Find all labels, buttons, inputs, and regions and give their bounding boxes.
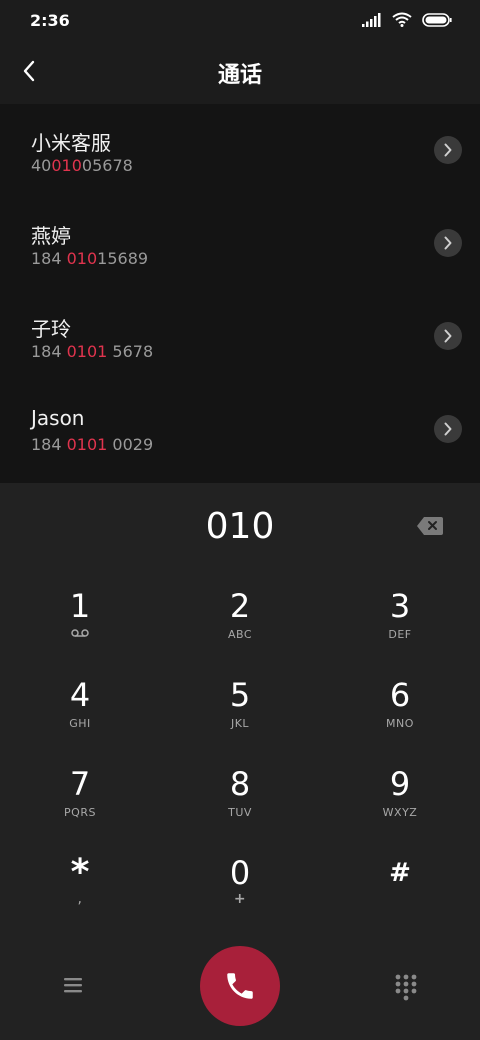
key-digit: 5: [229, 676, 251, 714]
key-9[interactable]: 9 WXYZ: [320, 766, 480, 855]
key-digit: 9: [389, 765, 411, 803]
menu-icon: [64, 978, 82, 993]
matched-digits: 0101: [66, 342, 108, 361]
key-5[interactable]: 5 JKL: [160, 677, 320, 766]
key-digit: #: [389, 858, 411, 888]
contact-detail-button[interactable]: [434, 322, 462, 350]
key-star[interactable]: * ,: [0, 855, 160, 944]
status-time: 2:36: [30, 11, 70, 30]
call-button[interactable]: [200, 946, 280, 1026]
key-letters: ,: [77, 891, 83, 907]
key-letters: TUV: [228, 806, 252, 819]
key-3[interactable]: 3 DEF: [320, 588, 480, 677]
wifi-icon: [392, 12, 412, 27]
key-2[interactable]: 2 ABC: [160, 588, 320, 677]
menu-button[interactable]: [60, 973, 86, 997]
key-1[interactable]: 1: [0, 588, 160, 677]
dialer-bottom-bar: [0, 946, 480, 1040]
page-title: 通话: [217, 63, 262, 88]
key-0[interactable]: 0 +: [160, 855, 320, 944]
key-letters: GHI: [69, 717, 91, 730]
battery-icon: [422, 12, 452, 27]
voicemail-icon: [71, 629, 89, 637]
key-digit: *: [70, 852, 90, 893]
status-icons: [362, 12, 452, 27]
dialed-number-display[interactable]: 010: [0, 506, 480, 547]
contact-results-list: 小米客服 4001005678 燕婷 184 01015689 子玲 184 0…: [0, 105, 480, 483]
contact-row-2[interactable]: 子玲 184 0101 5678: [0, 291, 480, 384]
key-digit: 7: [69, 765, 91, 803]
contact-number: 184 0101 0029: [31, 435, 154, 454]
key-letters: +: [233, 891, 247, 907]
key-digit: 6: [389, 676, 411, 714]
matched-digits: 010: [51, 156, 82, 175]
key-digit: 1: [69, 587, 91, 625]
key-letters: JKL: [230, 717, 250, 730]
matched-digits: 010: [66, 249, 98, 268]
matched-digits: 0101: [66, 435, 108, 454]
chevron-right-icon: [444, 329, 452, 343]
contact-name: Jason: [31, 406, 85, 430]
keypad-icon: [395, 974, 417, 1001]
key-digit: 2: [229, 587, 251, 625]
contact-number: 184 0101 5678: [31, 342, 154, 361]
key-letters: DEF: [388, 628, 412, 641]
key-digit: 8: [229, 765, 251, 803]
keypad-toggle-button[interactable]: [394, 973, 418, 1001]
key-letters: PQRS: [64, 806, 96, 819]
contact-detail-button[interactable]: [434, 415, 462, 443]
key-letters: WXYZ: [382, 806, 418, 819]
app-bar: 通话: [0, 40, 480, 105]
signal-icon: [362, 12, 381, 27]
key-4[interactable]: 4 GHI: [0, 677, 160, 766]
key-letters: ABC: [227, 628, 253, 641]
key-7[interactable]: 7 PQRS: [0, 766, 160, 855]
backspace-button[interactable]: [416, 516, 444, 536]
backspace-icon: [417, 517, 443, 535]
contact-name: 子玲: [31, 317, 71, 341]
contact-row-0[interactable]: 小米客服 4001005678: [0, 105, 480, 198]
status-bar: 2:36: [0, 0, 480, 40]
contact-number: 4001005678: [31, 156, 133, 175]
chevron-right-icon: [444, 422, 452, 436]
chevron-right-icon: [444, 143, 452, 157]
key-letters: MNO: [386, 717, 414, 730]
contact-row-1[interactable]: 燕婷 184 01015689: [0, 198, 480, 291]
key-digit: 0: [229, 854, 251, 892]
key-hash[interactable]: #: [320, 855, 480, 944]
key-digit: 3: [389, 587, 411, 625]
key-letters: [71, 628, 89, 642]
contact-detail-button[interactable]: [434, 229, 462, 257]
phone-icon: [227, 973, 253, 999]
key-8[interactable]: 8 TUV: [160, 766, 320, 855]
contact-name: 燕婷: [31, 224, 71, 248]
key-digit: 4: [69, 676, 91, 714]
contact-name: 小米客服: [31, 131, 111, 155]
contact-detail-button[interactable]: [434, 136, 462, 164]
contact-number: 184 01015689: [31, 249, 149, 268]
dialer-panel: 010 1 2 ABC 3 DEF 4 GHI 5 JKL 6 MNO 7 PQ…: [0, 484, 480, 1040]
key-6[interactable]: 6 MNO: [320, 677, 480, 766]
contact-row-3[interactable]: Jason 184 0101 0029: [0, 384, 480, 477]
chevron-right-icon: [444, 236, 452, 250]
